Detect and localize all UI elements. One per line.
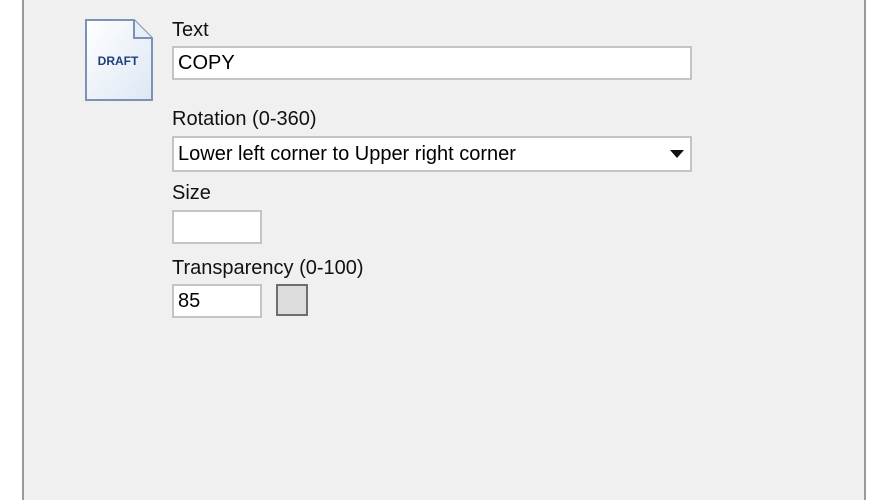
size-label: Size [172, 182, 211, 204]
rotation-selected-value: Lower left corner to Upper right corner [178, 143, 516, 165]
draft-document-icon: DRAFT [84, 18, 156, 104]
color-swatch-button[interactable] [276, 284, 308, 316]
chevron-down-icon[interactable] [670, 150, 684, 158]
transparency-input[interactable] [172, 284, 262, 318]
transparency-label: Transparency (0-100) [172, 257, 364, 279]
icon-caption: DRAFT [98, 54, 139, 68]
rotation-label: Rotation (0-360) [172, 108, 317, 130]
size-input[interactable] [172, 210, 262, 244]
text-input[interactable] [172, 46, 692, 80]
rotation-dropdown[interactable]: Lower left corner to Upper right corner [172, 136, 692, 172]
watermark-settings-panel: DRAFT Text Rotation (0-360) Lower left c… [22, 0, 866, 500]
text-label: Text [172, 19, 209, 41]
